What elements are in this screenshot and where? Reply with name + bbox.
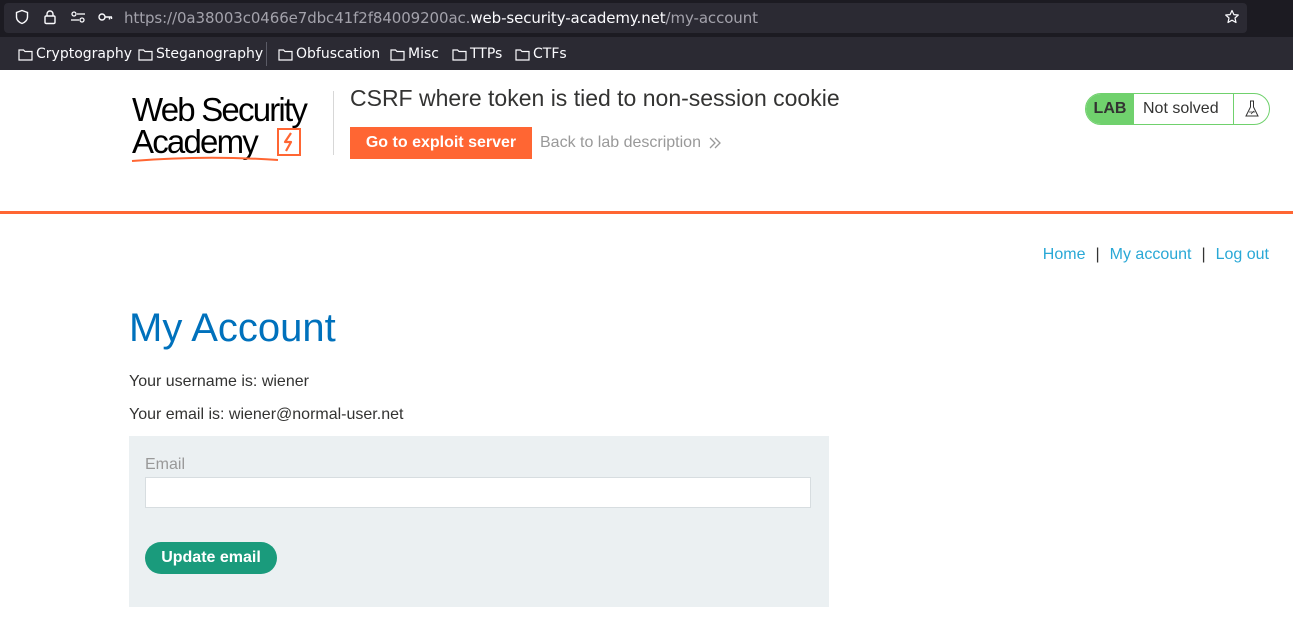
header-orange-rule [0, 211, 1293, 214]
nav-separator: | [1201, 246, 1206, 263]
browser-url-bar: https://0a38003c0466e7dbc41f2f84009200ac… [0, 0, 1293, 37]
bookmark-label: Obfuscation [296, 46, 381, 62]
lab-badge: LAB [1086, 94, 1134, 124]
back-to-lab-description-link[interactable]: Back to lab description [540, 134, 721, 152]
folder-icon [390, 48, 405, 61]
folder-icon [452, 48, 467, 61]
logo-bolt-icon [277, 128, 301, 156]
shield-icon[interactable] [14, 9, 30, 25]
email-label: Email [145, 456, 186, 473]
url-host: web-security-academy.net [470, 9, 666, 27]
bookmarks-toolbar: Cryptography Steganography Obfuscation M… [0, 37, 1293, 94]
folder-icon [18, 48, 33, 61]
flask-icon [1233, 94, 1269, 124]
key-icon[interactable] [97, 9, 113, 25]
bookmark-misc[interactable]: Misc [390, 45, 439, 63]
change-email-form: Email Update email [129, 436, 829, 607]
lab-header: Web Security Academy CSRF where token is… [0, 70, 1293, 212]
lab-status-widget: LAB Not solved [1085, 93, 1270, 125]
bookmark-obfuscation[interactable]: Obfuscation [278, 45, 380, 63]
bookmark-label: Cryptography [36, 46, 133, 62]
bookmark-cryptography[interactable]: Cryptography [18, 45, 132, 63]
my-account-link[interactable]: My account [1110, 246, 1192, 263]
logo-divider [333, 91, 334, 155]
folder-icon [515, 48, 530, 61]
permissions-icon[interactable] [70, 9, 86, 25]
bookmarks-separator [266, 42, 267, 66]
logo-underline-icon [131, 156, 279, 162]
bookmark-star-icon[interactable] [1224, 9, 1240, 25]
bookmark-label: CTFs [533, 46, 567, 62]
bookmark-ttps[interactable]: TTPs [452, 45, 502, 63]
page-title: My Account [129, 306, 336, 350]
log-out-link[interactable]: Log out [1216, 246, 1269, 263]
username-line: Your username is: wiener [129, 373, 309, 390]
bookmark-ctfs[interactable]: CTFs [515, 45, 567, 63]
double-chevron-right-icon [709, 137, 721, 149]
folder-icon [278, 48, 293, 61]
nav-separator: | [1095, 246, 1100, 263]
bookmark-steganography[interactable]: Steganography [138, 45, 263, 63]
url-path: /my-account [665, 9, 758, 27]
home-link[interactable]: Home [1043, 246, 1086, 263]
update-email-button[interactable]: Update email [145, 542, 277, 574]
email-input[interactable] [145, 477, 811, 508]
url-scheme-subdomain: https://0a38003c0466e7dbc41f2f84009200ac… [124, 9, 471, 27]
lock-icon[interactable] [42, 9, 58, 25]
back-link-label: Back to lab description [540, 134, 701, 151]
url-text[interactable]: https://0a38003c0466e7dbc41f2f84009200ac… [124, 9, 758, 27]
go-to-exploit-server-button[interactable]: Go to exploit server [350, 127, 532, 159]
lab-title: CSRF where token is tied to non-session … [350, 85, 840, 111]
web-security-academy-logo[interactable]: Web Security Academy [130, 91, 330, 163]
email-line: Your email is: wiener@normal-user.net [129, 406, 404, 423]
top-nav-links: Home | My account | Log out [1043, 246, 1269, 264]
lab-status-text: Not solved [1143, 100, 1219, 117]
bookmark-label: Steganography [156, 46, 264, 62]
folder-icon [138, 48, 153, 61]
bookmark-label: TTPs [470, 46, 503, 62]
bookmark-label: Misc [408, 46, 439, 62]
